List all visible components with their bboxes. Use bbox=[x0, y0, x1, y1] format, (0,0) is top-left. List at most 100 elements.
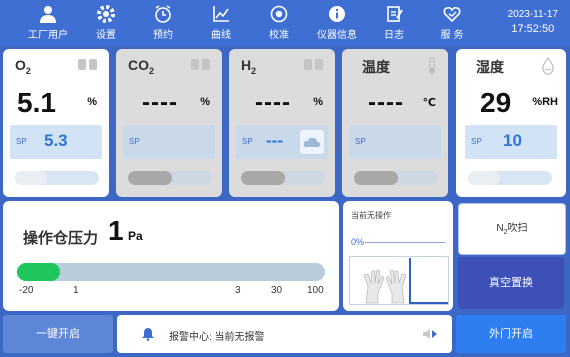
temperature-panel[interactable]: 温度 ---- ℃ SP bbox=[342, 49, 448, 197]
sp-label: SP bbox=[129, 137, 140, 146]
humidity-panel[interactable]: 湿度 29 %RH SP 10 bbox=[456, 49, 566, 197]
h2-panel[interactable]: H2 ---- % SP --- bbox=[229, 49, 335, 197]
toggle-knob bbox=[354, 171, 398, 185]
purge-label-suffix: 吹扫 bbox=[507, 223, 528, 234]
gas-name: 温度 bbox=[362, 59, 390, 75]
setpoint-field[interactable]: SP bbox=[123, 125, 215, 159]
co2-panel[interactable]: CO2 ---- % SP bbox=[116, 49, 222, 197]
nav-curve[interactable]: 曲线 bbox=[193, 4, 249, 42]
nav-service[interactable]: 服 务 bbox=[424, 4, 480, 42]
gas-name: 湿度 bbox=[476, 59, 504, 75]
gas-toggle[interactable] bbox=[468, 171, 552, 185]
pressure-bar bbox=[17, 263, 325, 281]
nav-log[interactable]: 日志 bbox=[366, 4, 422, 42]
gas-toggle[interactable] bbox=[15, 171, 99, 185]
pressure-bar-fill bbox=[17, 263, 61, 281]
gas-toggle[interactable] bbox=[128, 171, 212, 185]
nav-label: 设置 bbox=[96, 30, 116, 41]
gas-value: 29 bbox=[480, 87, 512, 118]
nav-schedule[interactable]: 预约 bbox=[135, 4, 191, 42]
pressure-tick: -20 bbox=[19, 285, 34, 296]
nav-label: 日志 bbox=[384, 30, 404, 41]
pressure-value: 1 bbox=[108, 215, 124, 246]
pressure-title: 操作仓压力 bbox=[23, 230, 99, 247]
operation-status-panel: 当前无操作 0% bbox=[343, 201, 453, 311]
thermometer-icon bbox=[429, 57, 435, 74]
gas-toggle[interactable] bbox=[241, 171, 325, 185]
datetime-display: 2023-11-17 17:52:50 bbox=[508, 8, 558, 36]
nav-label: 工厂用户 bbox=[28, 30, 68, 41]
n2-purge-button[interactable]: N2吹扫 bbox=[458, 203, 566, 255]
top-navigation-bar: 工厂用户 设置 预约 曲线 校准 仪器信息 日志 服 务 2023-11-17 … bbox=[0, 0, 570, 46]
sp-value: 10 bbox=[503, 131, 522, 150]
nav-label: 仪器信息 bbox=[317, 30, 357, 41]
setpoint-field[interactable]: SP --- bbox=[236, 125, 328, 159]
toggle-knob bbox=[128, 171, 172, 185]
gas-toggle[interactable] bbox=[354, 171, 438, 185]
speaker-play-icon[interactable] bbox=[422, 328, 438, 340]
progress-line bbox=[365, 242, 445, 243]
gas-value: ---- bbox=[255, 89, 291, 116]
pressure-tick: 100 bbox=[307, 285, 324, 296]
target-icon bbox=[270, 5, 288, 23]
nav-label: 服 务 bbox=[440, 30, 464, 41]
setpoint-field[interactable]: SP 5.3 bbox=[10, 125, 102, 159]
nav-factory-user[interactable]: 工厂用户 bbox=[20, 4, 76, 42]
pressure-unit: Pa bbox=[128, 229, 143, 243]
gas-unit: ℃ bbox=[422, 97, 436, 109]
user-icon bbox=[40, 6, 56, 23]
vacuum-replace-button[interactable]: 真空置换 bbox=[458, 257, 564, 309]
gas-name: CO2 bbox=[128, 57, 155, 76]
operation-progress-text: 0% bbox=[351, 237, 365, 247]
sp-label: SP bbox=[16, 137, 27, 146]
water-drop-icon bbox=[542, 57, 554, 75]
date-text: 2023-11-17 bbox=[507, 9, 558, 20]
purge-label-prefix: N bbox=[496, 223, 504, 234]
gas-name: H2 bbox=[241, 57, 257, 76]
gas-unit: % bbox=[200, 96, 210, 108]
toggle-knob bbox=[468, 171, 500, 185]
gear-icon bbox=[97, 5, 115, 23]
o2-panel[interactable]: O2 5.1 % SP 5.3 bbox=[3, 49, 109, 197]
alarm-center-bar[interactable]: 报警中心: 当前无报警 bbox=[117, 315, 452, 353]
bell-icon bbox=[142, 328, 154, 341]
sp-value: --- bbox=[266, 131, 283, 150]
sp-label: SP bbox=[355, 137, 366, 146]
glovebox-illustration bbox=[349, 256, 449, 305]
nav-label: 预约 bbox=[153, 30, 173, 41]
sp-value: 5.3 bbox=[44, 131, 68, 150]
gas-unit: % bbox=[87, 96, 97, 108]
cylinder-icon bbox=[191, 59, 210, 70]
nav-calibrate[interactable]: 校准 bbox=[251, 4, 307, 42]
nav-label: 校准 bbox=[269, 30, 289, 41]
time-text: 17:52:50 bbox=[511, 23, 555, 35]
sp-label: SP bbox=[242, 137, 253, 146]
chart-icon bbox=[213, 6, 229, 22]
gas-value: 5.1 bbox=[17, 87, 56, 118]
setpoint-field[interactable]: SP 10 bbox=[465, 125, 557, 159]
info-icon bbox=[329, 6, 345, 22]
toggle-knob bbox=[241, 171, 285, 185]
setpoint-field[interactable]: SP bbox=[349, 125, 441, 159]
cloud-h2-icon[interactable] bbox=[300, 130, 324, 154]
gas-unit: % bbox=[313, 96, 323, 108]
gas-value: ---- bbox=[142, 89, 178, 116]
one-key-start-button[interactable]: 一键开启 bbox=[3, 315, 113, 353]
nav-settings[interactable]: 设置 bbox=[78, 4, 134, 42]
operation-status-text: 当前无操作 bbox=[351, 211, 391, 220]
nav-instrument-info[interactable]: 仪器信息 bbox=[309, 4, 365, 42]
pressure-tick: 3 bbox=[235, 285, 241, 296]
pressure-panel: 操作仓压力 1 Pa -20 1 3 30 100 bbox=[3, 201, 339, 311]
pressure-tick: 1 bbox=[73, 285, 79, 296]
cylinder-icon bbox=[304, 59, 323, 70]
log-icon bbox=[387, 6, 403, 22]
outer-door-open-button[interactable]: 外门开启 bbox=[456, 315, 566, 353]
sp-label: SP bbox=[471, 137, 482, 146]
alarm-clock-icon bbox=[155, 5, 171, 23]
heart-service-icon bbox=[443, 6, 461, 23]
alarm-text: 报警中心: 当前无报警 bbox=[169, 332, 265, 343]
gas-name: O2 bbox=[15, 57, 31, 76]
toggle-knob bbox=[15, 171, 47, 185]
gloves-icon bbox=[363, 258, 448, 304]
cylinder-icon bbox=[78, 59, 97, 70]
